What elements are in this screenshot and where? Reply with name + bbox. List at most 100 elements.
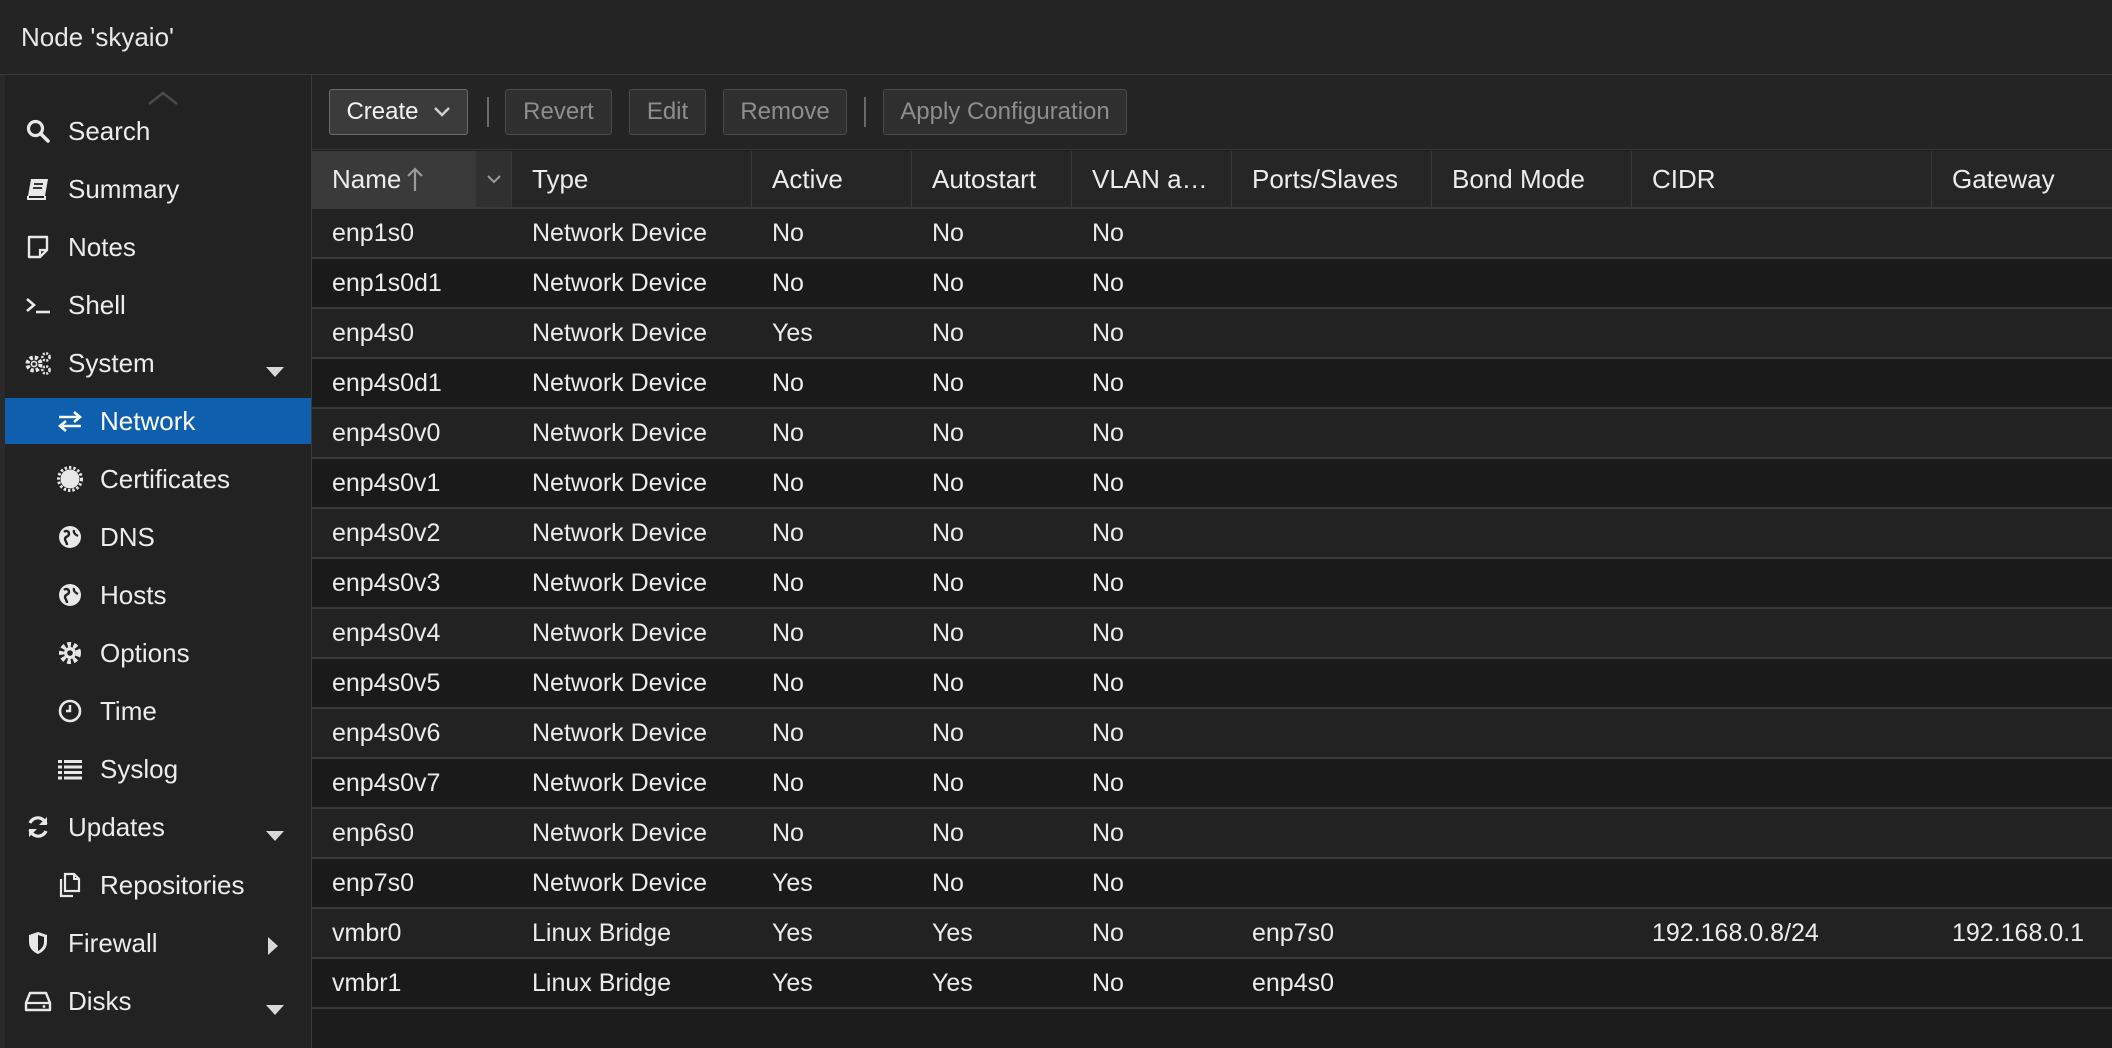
- caret-right-icon[interactable]: [267, 932, 279, 963]
- table-row[interactable]: enp4s0v2 Network Device No No No: [312, 509, 2112, 559]
- sidebar-item-label: Time: [100, 695, 157, 726]
- sidebar-item-notes[interactable]: Notes: [5, 224, 311, 270]
- cell-autostart: No: [932, 468, 964, 497]
- cell-name: enp4s0v7: [332, 768, 441, 797]
- table-row[interactable]: enp4s0v0 Network Device No No No: [312, 409, 2112, 459]
- edit-button[interactable]: Edit: [629, 89, 706, 135]
- sidebar-item-label: Notes: [68, 231, 136, 262]
- sidebar-item-firewall[interactable]: Firewall: [5, 920, 311, 966]
- sidebar-item-system[interactable]: System: [5, 340, 311, 386]
- gear-icon: [55, 638, 85, 668]
- table-row[interactable]: enp4s0v1 Network Device No No No: [312, 459, 2112, 509]
- cell-name: enp4s0v0: [332, 418, 441, 447]
- table-row[interactable]: vmbr0 Linux Bridge Yes Yes No enp7s0 192.168.0…: [312, 909, 2112, 959]
- cell-autostart: No: [932, 768, 964, 797]
- table-row[interactable]: enp4s0v5 Network Device No No No: [312, 659, 2112, 709]
- toolbar: Create Revert Edit Remove Apply Configur…: [312, 75, 2112, 150]
- cell-ports-slaves: enp4s0: [1252, 968, 1335, 997]
- sidebar-item-time[interactable]: Time: [5, 688, 311, 734]
- sidebar-item-network[interactable]: Network: [5, 398, 311, 444]
- cell-vlan-aware: No: [1092, 218, 1124, 247]
- cell-type: Network Device: [532, 268, 708, 297]
- caret-down-icon[interactable]: [265, 818, 285, 849]
- sidebar[interactable]: Search Summary Notes Shell System Networ…: [0, 75, 312, 1048]
- table-row[interactable]: enp6s0 Network Device No No No: [312, 809, 2112, 859]
- sidebar-item-repositories[interactable]: Repositories: [5, 862, 311, 908]
- book-icon: [23, 174, 53, 204]
- cell-vlan-aware: No: [1092, 518, 1124, 547]
- sidebar-item-syslog[interactable]: Syslog: [5, 746, 311, 792]
- sidebar-item-options[interactable]: Options: [5, 630, 311, 676]
- caret-down-icon[interactable]: [265, 992, 285, 1023]
- list-icon: [55, 754, 85, 784]
- sidebar-item-summary[interactable]: Summary: [5, 166, 311, 212]
- apply-configuration-button[interactable]: Apply Configuration: [883, 89, 1127, 135]
- sidebar-item-label: Network: [100, 405, 196, 436]
- create-button[interactable]: Create: [329, 89, 468, 135]
- cell-active: Yes: [772, 968, 813, 997]
- caret-down-icon[interactable]: [265, 354, 285, 385]
- cell-vlan-aware: No: [1092, 868, 1124, 897]
- exchange-icon: [55, 406, 85, 436]
- remove-button[interactable]: Remove: [723, 89, 847, 135]
- cell-active: No: [772, 268, 804, 297]
- cell-type: Network Device: [532, 418, 708, 447]
- table-row[interactable]: enp4s0d1 Network Device No No No: [312, 359, 2112, 409]
- table-row[interactable]: enp4s0 Network Device Yes No No: [312, 309, 2112, 359]
- certificate-icon: [55, 464, 85, 494]
- cell-type: Linux Bridge: [532, 918, 671, 947]
- table-row[interactable]: enp4s0v3 Network Device No No No: [312, 559, 2112, 609]
- cell-name: enp4s0v4: [332, 618, 441, 647]
- column-header-cidr[interactable]: CIDR: [1632, 151, 1932, 207]
- column-header-ports-slaves[interactable]: Ports/Slaves: [1232, 151, 1432, 207]
- cell-autostart: No: [932, 418, 964, 447]
- files-icon: [55, 870, 85, 900]
- table-row[interactable]: enp1s0 Network Device No No No: [312, 209, 2112, 259]
- table-row[interactable]: enp4s0v6 Network Device No No No: [312, 709, 2112, 759]
- column-menu-trigger[interactable]: [476, 151, 512, 207]
- network-panel: Create Revert Edit Remove Apply Configur…: [312, 75, 2112, 1048]
- cell-name: enp6s0: [332, 818, 415, 847]
- column-header-bond-mode[interactable]: Bond Mode: [1432, 151, 1632, 207]
- cell-gateway: 192.168.0.1: [1952, 918, 2085, 947]
- gears-icon: [23, 348, 53, 378]
- sidebar-item-updates[interactable]: Updates: [5, 804, 311, 850]
- table-row[interactable]: enp1s0d1 Network Device No No No: [312, 259, 2112, 309]
- cell-autostart: No: [932, 618, 964, 647]
- column-header-type[interactable]: Type: [512, 151, 752, 207]
- cell-active: No: [772, 368, 804, 397]
- table-row[interactable]: vmbr1 Linux Bridge Yes Yes No enp4s0: [312, 959, 2112, 1009]
- toolbar-separator: [864, 97, 866, 127]
- column-header-gateway[interactable]: Gateway: [1932, 151, 2112, 207]
- globe-icon: [55, 580, 85, 610]
- sidebar-item-dns[interactable]: DNS: [5, 514, 311, 560]
- cell-vlan-aware: No: [1092, 918, 1124, 947]
- cell-vlan-aware: No: [1092, 668, 1124, 697]
- column-header-vlan-aware[interactable]: VLAN a…: [1072, 151, 1232, 207]
- grid-header: Name Type Active Autostart VLAN a… Ports…: [312, 151, 2112, 209]
- cell-name: enp4s0v2: [332, 518, 441, 547]
- sidebar-item-label: Updates: [68, 811, 165, 842]
- table-row[interactable]: enp7s0 Network Device Yes No No: [312, 859, 2112, 909]
- column-header-active[interactable]: Active: [752, 151, 912, 207]
- column-header-autostart[interactable]: Autostart: [912, 151, 1072, 207]
- sidebar-item-search[interactable]: Search: [5, 108, 311, 154]
- sidebar-item-disks[interactable]: Disks: [5, 978, 311, 1024]
- cell-autostart: No: [932, 318, 964, 347]
- sidebar-item-shell[interactable]: Shell: [5, 282, 311, 328]
- cell-type: Network Device: [532, 568, 708, 597]
- cell-active: No: [772, 468, 804, 497]
- sidebar-item-certificates[interactable]: Certificates: [5, 456, 311, 502]
- cell-vlan-aware: No: [1092, 418, 1124, 447]
- cell-vlan-aware: No: [1092, 618, 1124, 647]
- table-row[interactable]: enp4s0v4 Network Device No No No: [312, 609, 2112, 659]
- sidebar-item-hosts[interactable]: Hosts: [5, 572, 311, 618]
- cell-name: enp4s0v3: [332, 568, 441, 597]
- column-header-name[interactable]: Name: [312, 151, 476, 207]
- table-row[interactable]: enp4s0v7 Network Device No No No: [312, 759, 2112, 809]
- sidebar-item-label: Search: [68, 115, 151, 146]
- revert-button[interactable]: Revert: [505, 89, 612, 135]
- sidebar-item-label: DNS: [100, 521, 155, 552]
- shield-icon: [23, 928, 53, 958]
- cell-type: Network Device: [532, 218, 708, 247]
